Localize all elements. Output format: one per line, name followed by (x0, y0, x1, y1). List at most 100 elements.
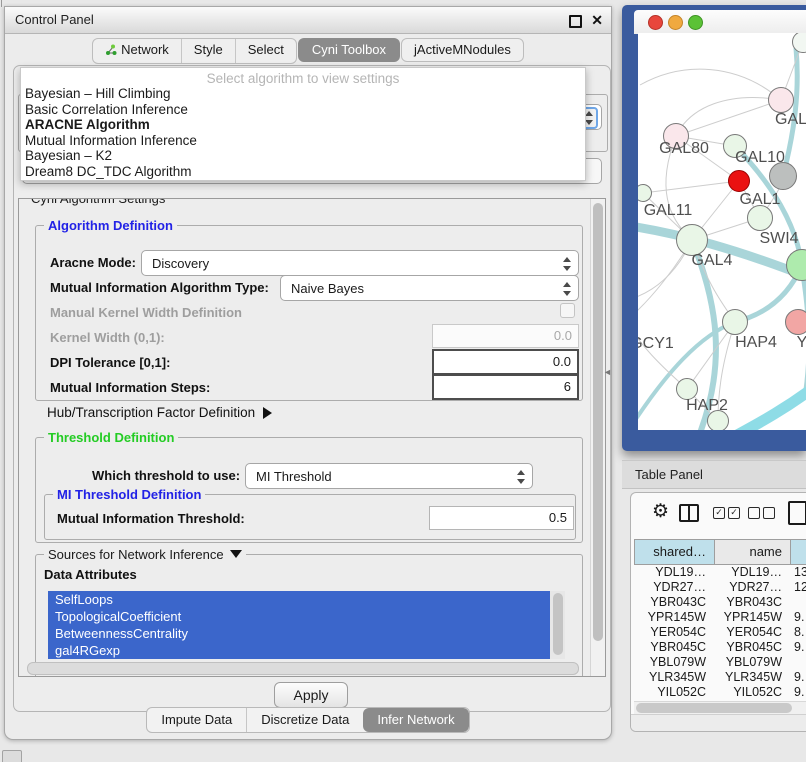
gear-icon[interactable]: ⚙ (652, 502, 669, 521)
tab-discretize-data[interactable]: Discretize Data (246, 708, 363, 732)
tab-network-label: Network (121, 42, 169, 57)
tab-group-right: jActiveMNodules (401, 38, 524, 62)
dropdown-items: Bayesian – Hill ClimbingBasic Correlatio… (21, 86, 585, 180)
sources-group: Sources for Network Inference Data Attri… (35, 554, 583, 677)
import-table-icon[interactable] (788, 501, 806, 525)
mi-steps-input[interactable]: 6 (432, 374, 579, 400)
attribute-list-item-selected[interactable]: gal4RGexp (48, 642, 565, 659)
mac-zoom-icon[interactable] (688, 15, 703, 30)
tab-impute-data[interactable]: Impute Data (147, 708, 246, 732)
panel-splitter-handle[interactable]: ◄ (603, 367, 612, 377)
bottom-tabbar: Impute Data Discretize Data Infer Networ… (5, 707, 611, 733)
column-header-name[interactable]: name (714, 539, 790, 565)
table-cell: YBR045C (714, 640, 790, 655)
mac-minimize-icon[interactable] (668, 15, 683, 30)
table-hscrollbar-thumb[interactable] (636, 703, 792, 713)
stepper-icon[interactable] (560, 280, 574, 298)
data-attributes-list[interactable]: SelfLoopsTopologicalCoefficientBetweenne… (48, 591, 565, 659)
table-body: YDL19…YDL19…13YDR27…YDR27…12YBR043CYBR04… (634, 565, 806, 701)
tab-cyni-toolbox[interactable]: Cyni Toolbox (298, 38, 400, 62)
tab-select[interactable]: Select (235, 39, 296, 63)
table-cell: 12 (790, 580, 806, 595)
node-label: GCY1 (638, 335, 674, 353)
which-threshold-combobox[interactable]: MI Threshold (245, 463, 533, 489)
aracne-mode-combobox[interactable]: Discovery (141, 250, 579, 276)
apply-button[interactable]: Apply (274, 682, 348, 708)
table-hscrollbar-track[interactable] (634, 701, 806, 715)
hub-section-toggle[interactable]: Hub/Transcription Factor Definition (47, 405, 272, 420)
column-header-shared-name[interactable]: shared… (634, 539, 714, 565)
tab-infer-network[interactable]: Infer Network (363, 708, 468, 732)
table-panel: ⚙ ✓✓ shared… name YDL19…YDL19…13YDR27…YD… (630, 492, 806, 732)
mi-type-combobox[interactable]: Naive Bayes (280, 275, 579, 301)
algorithm-option[interactable]: Mutual Information Inference (21, 133, 585, 149)
select-all-icon[interactable]: ✓✓ (713, 507, 740, 519)
control-panel-tabbar: Network Style Select Cyni Toolbox jActiv… (5, 38, 611, 63)
node-label: Y (797, 334, 806, 352)
attribute-list-item-selected[interactable]: BetweennessCentrality (48, 625, 565, 642)
table-panel-titlebar[interactable]: Table Panel (622, 460, 806, 489)
algorithm-option[interactable]: Dream8 DC_TDC Algorithm (21, 164, 585, 180)
network-node[interactable] (728, 170, 750, 192)
stepper-icon[interactable] (514, 468, 528, 486)
table-cell: YER054C (714, 625, 790, 640)
network-node[interactable] (722, 309, 748, 335)
table-row[interactable]: YDL19…YDL19…13 (634, 565, 806, 580)
table-panel-title: Table Panel (635, 461, 703, 488)
table-row[interactable]: YER054CYER054C8. (634, 625, 806, 640)
table-row[interactable]: YLR345WYLR345W9. (634, 670, 806, 685)
mi-threshold-group: MI Threshold Definition Mutual Informati… (44, 494, 576, 540)
attribute-list-item-selected[interactable]: SelfLoops (48, 591, 565, 608)
float-window-icon[interactable] (569, 15, 582, 28)
algorithm-option[interactable]: ARACNE Algorithm (21, 117, 585, 133)
cyni-algorithm-settings-pane: Cyni Algorithm Settings Algorithm Defini… (18, 198, 606, 677)
network-canvas[interactable]: GALGAL80GAL10GAL1SWI4GAL11GAL4GCY1HAP4YH… (638, 33, 806, 430)
deselect-all-icon[interactable] (748, 507, 775, 519)
dpi-tolerance-input[interactable]: 0.0 (432, 349, 579, 375)
mac-close-icon[interactable] (648, 15, 663, 30)
table-cell: 9. (790, 685, 806, 700)
column-header-partial[interactable] (790, 539, 806, 565)
minimized-panel-chip[interactable] (2, 750, 22, 762)
manual-kernel-checkbox[interactable] (560, 303, 575, 318)
table-row[interactable]: YDR27…YDR27…12 (634, 580, 806, 595)
table-cell: 9. (790, 670, 806, 685)
algorithm-option[interactable]: Bayesian – Hill Climbing (21, 86, 585, 102)
kernel-width-label: Kernel Width (0,1): (50, 330, 165, 345)
network-node[interactable] (768, 87, 794, 113)
mi-threshold-input[interactable]: 0.5 (429, 506, 574, 530)
node-label: GAL1 (740, 191, 781, 209)
sources-legend[interactable]: Sources for Network Inference (44, 547, 246, 562)
tab-network[interactable]: Network (93, 39, 181, 63)
table-row[interactable]: YBR043CYBR043C (634, 595, 806, 610)
table-row[interactable]: YPR145WYPR145W9. (634, 610, 806, 625)
settings-scrollbar-thumb[interactable] (593, 203, 603, 641)
settings-scrollbar-track[interactable] (590, 199, 605, 676)
attribute-list-item-selected[interactable]: TopologicalCoefficient (48, 608, 565, 625)
table-row[interactable]: YBR045CYBR045C9. (634, 640, 806, 655)
close-icon[interactable]: ✕ (591, 11, 603, 29)
columns-icon[interactable] (679, 504, 699, 522)
list-scrollbar-thumb[interactable] (553, 593, 563, 655)
algorithm-definition-group: Algorithm Definition Aracne Mode: Discov… (35, 225, 583, 401)
list-scrollbar-track[interactable] (550, 591, 565, 659)
control-panel-titlebar[interactable]: Control Panel ✕ (5, 7, 611, 34)
table-cell: YBL079W (634, 655, 714, 670)
tab-jactivemnodules[interactable]: jActiveMNodules (402, 39, 523, 61)
algorithm-option[interactable]: Basic Correlation Inference (21, 102, 585, 118)
network-window-titlebar[interactable] (634, 10, 806, 34)
table-row[interactable]: YBL079WYBL079W (634, 655, 806, 670)
control-panel-window: Control Panel ✕ Network (4, 6, 612, 740)
network-node[interactable] (785, 309, 806, 335)
screen: Control Panel ✕ Network (0, 0, 806, 762)
algorithm-option[interactable]: Bayesian – K2 (21, 148, 585, 164)
stepper-icon[interactable] (560, 255, 574, 273)
horizontal-scrollbar-thumb[interactable] (27, 662, 579, 675)
network-view-window[interactable]: GALGAL80GAL10GAL1SWI4GAL11GAL4GCY1HAP4YH… (622, 5, 806, 451)
tab-style[interactable]: Style (181, 39, 235, 63)
table-cell: YDR27… (714, 580, 790, 595)
kernel-width-input[interactable]: 0.0 (432, 324, 579, 348)
table-row[interactable]: YIL052CYIL052C9. (634, 685, 806, 700)
threshold-definition-legend: Threshold Definition (44, 430, 178, 445)
table-cell: 8. (790, 625, 806, 640)
